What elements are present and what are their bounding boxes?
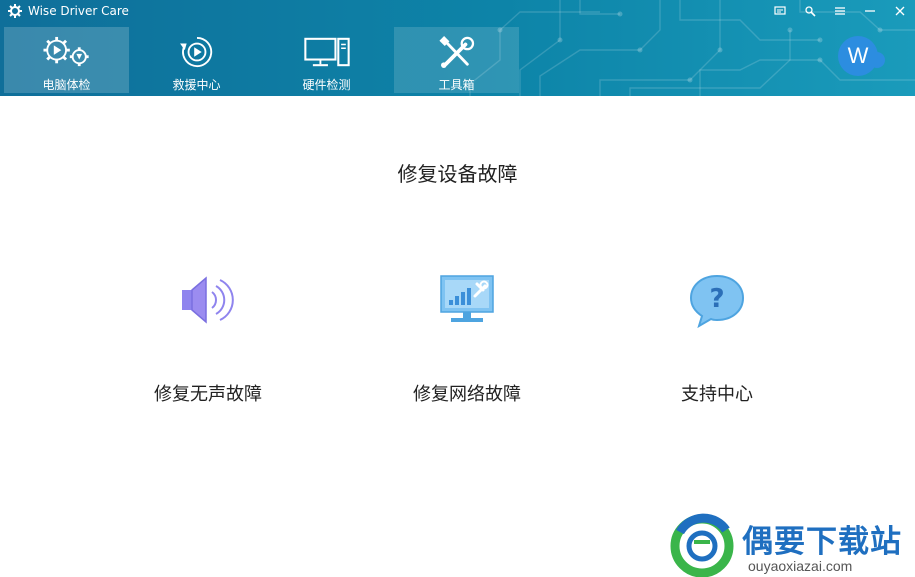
toolbox-icon	[438, 36, 474, 68]
feedback-button[interactable]	[765, 0, 795, 22]
tab-label: 救援中心	[172, 78, 221, 92]
watermark-name: 偶要下载站	[742, 524, 902, 560]
menu-button[interactable]	[825, 0, 855, 22]
watermark-logo-icon	[670, 513, 734, 577]
header-bar: Wise Driver Care 电脑体检 救援中心 硬件检测 工具箱 W	[0, 0, 915, 96]
tab-label: 电脑体检	[42, 78, 91, 92]
tab-pc-checkup[interactable]: 电脑体检	[4, 27, 129, 93]
speaker-icon	[182, 276, 234, 324]
site-watermark: 偶要下载站 ouyaoxiazai.com	[668, 512, 915, 577]
help-bubble-icon: ?	[689, 274, 745, 328]
app-title: Wise Driver Care	[28, 4, 129, 18]
minimize-button[interactable]	[855, 0, 885, 22]
settings-wrench-icon	[805, 6, 816, 17]
tab-label: 硬件检测	[302, 78, 351, 92]
tab-label: 工具箱	[438, 78, 475, 92]
close-button[interactable]	[885, 0, 915, 22]
main-nav: 电脑体检 救援中心 硬件检测 工具箱	[4, 27, 524, 93]
feature-label: 修复网络故障	[413, 384, 521, 405]
tab-rescue-center[interactable]: 救援中心	[134, 27, 259, 93]
tab-hardware-detect[interactable]: 硬件检测	[264, 27, 389, 93]
feature-label: 修复无声故障	[154, 384, 262, 405]
window-controls	[765, 0, 915, 22]
support-center-item[interactable]: ? 支持中心	[597, 272, 837, 406]
minimize-icon	[865, 10, 875, 12]
user-avatar[interactable]: W	[838, 36, 878, 76]
fix-no-sound-item[interactable]: 修复无声故障	[88, 272, 328, 406]
feedback-icon	[774, 6, 786, 15]
page-title: 修复设备故障	[397, 162, 518, 186]
close-icon	[895, 6, 905, 16]
network-repair-icon	[440, 275, 494, 322]
gears-icon	[42, 36, 89, 67]
tools-button[interactable]	[795, 0, 825, 22]
fix-network-item[interactable]: 修复网络故障	[347, 272, 587, 406]
hardware-icon	[303, 37, 350, 67]
svg-text:?: ?	[709, 284, 724, 314]
title-bar: Wise Driver Care	[0, 0, 915, 22]
rescue-icon	[179, 36, 212, 68]
watermark-url: ouyaoxiazai.com	[748, 558, 853, 574]
menu-icon	[835, 7, 845, 15]
app-gear-logo-icon	[8, 4, 22, 18]
feature-label: 支持中心	[681, 384, 753, 405]
tab-toolbox[interactable]: 工具箱	[394, 27, 519, 93]
